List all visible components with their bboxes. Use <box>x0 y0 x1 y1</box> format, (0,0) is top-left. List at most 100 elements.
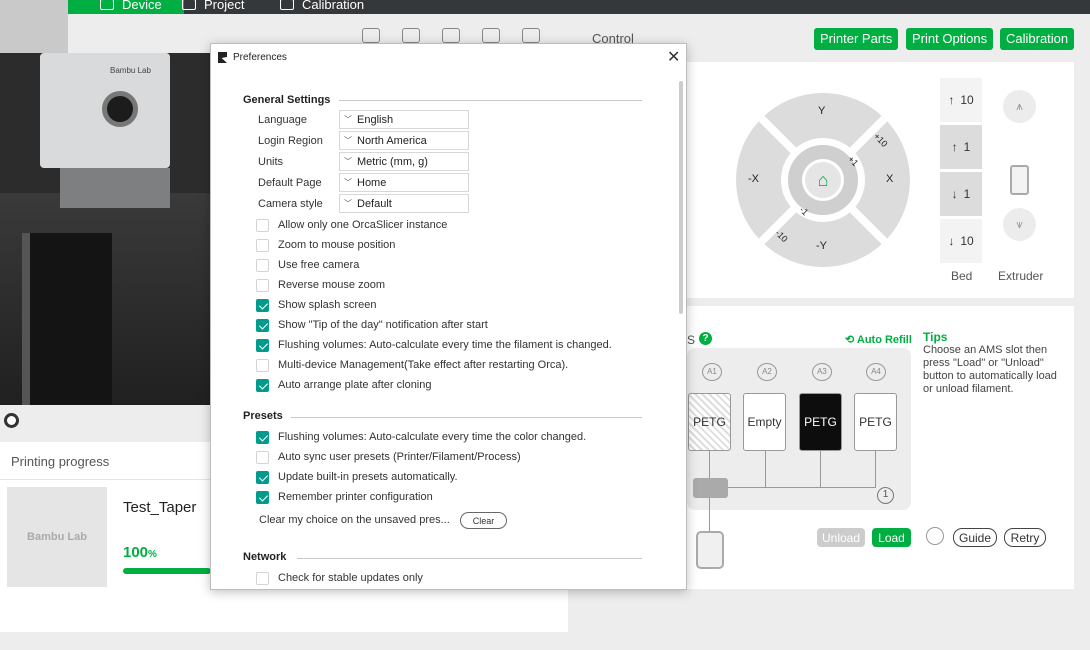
sd-card-icon[interactable] <box>362 28 380 43</box>
job-name: Test_Taper <box>123 499 197 516</box>
unload-button[interactable]: Unload <box>817 528 865 547</box>
progress-percent: 100% <box>123 544 157 561</box>
bed-up-1-button[interactable]: ↑ 1 <box>940 125 982 169</box>
checkbox[interactable] <box>256 279 269 292</box>
checkbox[interactable] <box>256 319 269 332</box>
network-heading: Network <box>243 551 287 563</box>
close-icon[interactable]: ✕ <box>667 47 680 67</box>
checkbox-label[interactable]: Zoom to mouse position <box>278 239 395 251</box>
checkbox-label[interactable]: Use free camera <box>278 259 359 271</box>
checkbox-label[interactable]: Auto sync user presets (Printer/Filament… <box>278 451 521 463</box>
device-toolbar <box>362 28 540 43</box>
tab-calibration[interactable]: Calibration <box>280 0 364 14</box>
chevron-down-icon: ﹀ <box>344 115 352 124</box>
arrow-up-icon: ↑ <box>951 140 958 154</box>
checkbox[interactable] <box>256 379 269 392</box>
checkbox-label[interactable]: Allow only one OrcaSlicer instance <box>278 219 447 231</box>
print-options-button[interactable]: Print Options <box>906 28 994 50</box>
checkbox-label[interactable]: Multi-device Management(Take effect afte… <box>278 359 568 371</box>
section-divider <box>339 100 642 101</box>
bed-down-10-button[interactable]: ↓ 10 <box>940 219 982 263</box>
camera-style-select[interactable]: ﹀ Default <box>339 194 469 213</box>
slot-number-a3: A3 <box>812 363 832 381</box>
ams-slot-a1[interactable]: PETG <box>688 393 731 451</box>
slot-number-a2: A2 <box>757 363 777 381</box>
bed-down-1-button[interactable]: ↓ 1 <box>940 172 982 216</box>
hub-number-badge: 1 <box>877 487 894 504</box>
checkbox-label[interactable]: Show splash screen <box>278 299 376 311</box>
checkbox[interactable] <box>256 359 269 372</box>
video-icon[interactable] <box>402 28 420 43</box>
checkbox[interactable] <box>256 259 269 272</box>
checkbox-label[interactable]: Reverse mouse zoom <box>278 279 385 291</box>
chevron-down-icon: ﹀ <box>344 199 352 208</box>
settings-sliders-icon[interactable] <box>522 28 540 43</box>
home-icon[interactable]: ⌂ <box>802 159 844 201</box>
ams-slot-a2[interactable]: Empty <box>743 393 786 451</box>
units-select[interactable]: ﹀ Metric (mm, g) <box>339 152 469 171</box>
filament-path <box>709 497 710 531</box>
camera-style-label: Camera style <box>258 198 323 210</box>
camera-icon[interactable] <box>482 28 500 43</box>
extruder-down-button[interactable]: ⩛ <box>1003 208 1036 241</box>
checkbox[interactable] <box>256 219 269 232</box>
section-divider <box>291 417 642 418</box>
checkbox[interactable] <box>256 239 269 252</box>
checkbox-label[interactable]: Flushing volumes: Auto-calculate every t… <box>278 339 612 351</box>
checkbox[interactable] <box>256 471 269 484</box>
ams-slot-a4[interactable]: PETG <box>854 393 897 451</box>
printer-parts-button[interactable]: Printer Parts <box>814 28 899 50</box>
chevron-down-icon: ﹀ <box>344 178 352 187</box>
tips-title: Tips <box>923 330 948 344</box>
checkbox[interactable] <box>256 572 269 585</box>
checkbox[interactable] <box>256 299 269 312</box>
calibration-button[interactable]: Calibration <box>1000 28 1075 50</box>
checkbox[interactable] <box>256 431 269 444</box>
calibration-icon <box>280 0 294 10</box>
printer-image: Bambu Lab <box>40 53 170 208</box>
checkbox-label[interactable]: Flushing volumes: Auto-calculate every t… <box>278 431 586 443</box>
refill-icon: ⟲ <box>845 334 855 346</box>
arrow-up-icon: ↑ <box>948 93 955 107</box>
checkbox[interactable] <box>256 451 269 464</box>
arrow-down-icon: ↓ <box>951 187 958 201</box>
bed-controls: ↑ 10 ↑ 1 ↓ 1 ↓ 10 <box>940 78 982 266</box>
ams-settings-icon[interactable] <box>926 527 944 545</box>
checkbox-label[interactable]: Auto arrange plate after cloning <box>278 379 432 391</box>
help-icon[interactable]: ? <box>699 332 712 345</box>
checkbox-label[interactable]: Update built-in presets automatically. <box>278 471 458 483</box>
login-region-select[interactable]: ﹀ North America <box>339 131 469 150</box>
extruder-label: Extruder <box>998 269 1044 283</box>
load-button[interactable]: Load <box>872 528 911 547</box>
checkbox-label[interactable]: Show "Tip of the day" notification after… <box>278 319 488 331</box>
checkbox[interactable] <box>256 491 269 504</box>
device-icon <box>100 0 114 10</box>
record-icon[interactable] <box>4 413 19 428</box>
auto-refill-link[interactable]: ⟲ Auto Refill <box>845 333 912 346</box>
timelapse-icon[interactable] <box>442 28 460 43</box>
default-page-select[interactable]: ﹀ Home <box>339 173 469 192</box>
tab-project[interactable]: Project <box>182 0 244 14</box>
chevron-down-icon: ﹀ <box>344 157 352 166</box>
clear-button[interactable]: Clear <box>460 512 507 529</box>
scrollbar[interactable] <box>679 81 683 314</box>
jog-neg-y-label: -Y <box>816 240 827 252</box>
checkbox-label[interactable]: Check for stable updates only <box>278 572 423 584</box>
bed-label: Bed <box>951 269 973 283</box>
clear-choice-label: Clear my choice on the unsaved pres... <box>259 514 450 526</box>
progress-bar <box>123 568 211 574</box>
filament-path <box>765 451 766 487</box>
job-thumbnail: Bambu Lab <box>7 487 107 587</box>
bed-up-10-button[interactable]: ↑ 10 <box>940 78 982 122</box>
language-label: Language <box>258 114 307 126</box>
preferences-dialog: Preferences ✕ General Settings Language … <box>210 43 687 590</box>
retry-button[interactable]: Retry <box>1004 528 1046 547</box>
tab-device[interactable]: Device <box>68 0 184 14</box>
language-select[interactable]: ﹀ English <box>339 110 469 129</box>
extruder-up-button[interactable]: ⩚ <box>1003 90 1036 123</box>
checkbox-label[interactable]: Remember printer configuration <box>278 491 433 503</box>
guide-button[interactable]: Guide <box>953 528 997 547</box>
ams-slot-a3[interactable]: PETG <box>799 393 842 451</box>
checkbox[interactable] <box>256 339 269 352</box>
camera-view[interactable]: Bambu Lab <box>0 53 210 405</box>
